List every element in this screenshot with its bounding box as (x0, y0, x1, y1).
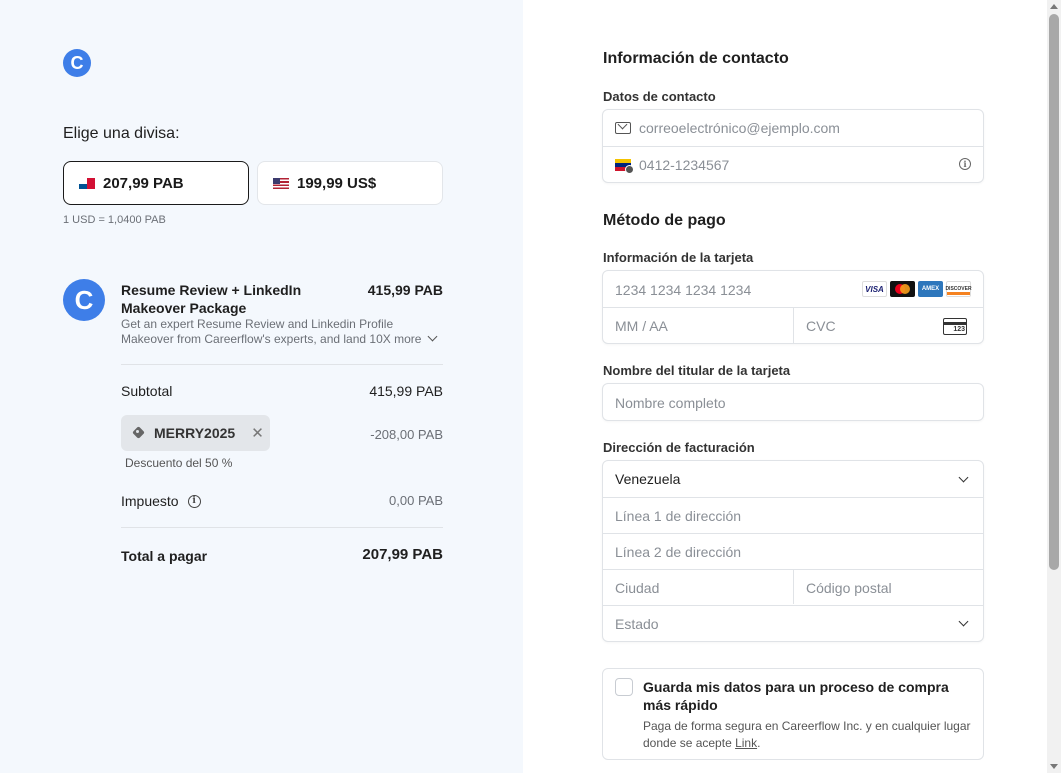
mail-icon (615, 122, 631, 134)
phone-input[interactable]: 0412-1234567 (615, 147, 729, 183)
currency-option-usd[interactable]: 199,99 US$ (257, 161, 443, 205)
state-select[interactable]: Estado (615, 606, 659, 642)
link-anchor[interactable]: Link (735, 736, 757, 750)
product-price: 415,99 PAB (367, 282, 443, 298)
country-value: Venezuela (615, 471, 681, 487)
visa-icon: VISA (862, 281, 887, 297)
expand-description-chevron-icon[interactable] (427, 331, 438, 342)
state-placeholder: Estado (615, 616, 659, 632)
city-input[interactable]: Ciudad (615, 570, 659, 606)
tag-icon (133, 427, 145, 439)
order-summary-panel: C Elige una divisa: 207,99 PAB 199,99 US… (0, 0, 523, 773)
careerflow-logo-icon[interactable]: C (63, 49, 91, 77)
address-line1-placeholder: Línea 1 de dirección (615, 508, 742, 524)
card-box: 1234 1234 1234 1234 VISA AMEX DISCOVER M… (602, 270, 984, 344)
us-flag-icon (273, 177, 289, 189)
tax-value: 0,00 PAB (389, 493, 443, 508)
divider (121, 364, 443, 365)
phone-placeholder: 0412-1234567 (639, 157, 730, 173)
divider (603, 605, 983, 606)
currency-option-pab[interactable]: 207,99 PAB (63, 161, 249, 205)
total-value: 207,99 PAB (362, 546, 443, 563)
discover-icon: DISCOVER (945, 281, 972, 297)
expiry-input[interactable]: MM / AA (615, 308, 668, 344)
currency-pab-label: 207,99 PAB (103, 174, 184, 192)
phone-info-icon[interactable]: i (959, 158, 971, 170)
subtotal-value: 415,99 PAB (369, 383, 443, 399)
promo-code-chip: MERRY2025 ✕ (121, 415, 270, 451)
cvc-input[interactable]: CVC (806, 308, 836, 344)
divider (793, 308, 794, 343)
country-chevron-down-icon[interactable] (958, 472, 969, 483)
postal-code-placeholder: Código postal (806, 580, 892, 596)
save-info-title: Guarda mis datos para un proceso de comp… (643, 679, 949, 713)
cardholder-input[interactable]: Nombre completo (602, 383, 984, 421)
billing-label: Dirección de facturación (603, 440, 755, 455)
tax-info-icon[interactable]: i (187, 494, 201, 508)
save-info-description: Paga de forma segura en Careerflow Inc. … (643, 718, 973, 752)
product-description: Get an expert Resume Review and Linkedin… (121, 317, 422, 346)
venezuela-flag-icon[interactable] (615, 159, 634, 174)
email-placeholder: correoelectrónico@ejemplo.com (639, 120, 840, 136)
contact-box: correoelectrónico@ejemplo.com 0412-12345… (602, 109, 984, 183)
promo-code: MERRY2025 (154, 425, 236, 441)
total-label: Total a pagar (121, 548, 208, 564)
card-number-placeholder: 1234 1234 1234 1234 (615, 281, 752, 298)
tax-row: Impuesto i (121, 493, 201, 509)
save-info-desc-end: . (757, 736, 761, 750)
save-info-checkbox[interactable] (615, 678, 633, 696)
cardholder-placeholder: Nombre completo (615, 394, 726, 411)
payment-title: Método de pago (603, 212, 726, 229)
currency-title: Elige una divisa: (63, 125, 180, 142)
product-logo-icon: C (63, 279, 105, 321)
divider (793, 570, 794, 604)
cvc-placeholder: CVC (806, 318, 836, 334)
postal-code-input[interactable]: Código postal (806, 570, 892, 606)
cardholder-label: Nombre del titular de la tarjeta (603, 363, 791, 378)
mastercard-icon (890, 281, 915, 297)
billing-box: Venezuela Línea 1 de dirección Línea 2 d… (602, 460, 984, 642)
card-info-label: Información de la tarjeta (603, 250, 754, 265)
page-scrollbar[interactable] (1047, 0, 1061, 773)
divider (121, 527, 443, 528)
country-select[interactable]: Venezuela (615, 461, 680, 497)
contact-label: Datos de contacto (603, 89, 716, 104)
product-name: Resume Review + LinkedIn Makeover Packag… (121, 282, 302, 316)
state-chevron-down-icon[interactable] (958, 616, 969, 627)
discount-note: Descuento del 50 % (125, 456, 233, 470)
scroll-up-arrow-icon[interactable] (1050, 4, 1058, 9)
panama-flag-icon (79, 177, 95, 189)
address-line2-input[interactable]: Línea 2 de dirección (615, 534, 741, 570)
scroll-down-arrow-icon[interactable] (1050, 764, 1058, 769)
save-info-desc-text: Paga de forma segura en Careerflow Inc. … (643, 719, 971, 750)
address-line2-placeholder: Línea 2 de dirección (615, 544, 742, 560)
amex-icon: AMEX (918, 281, 943, 297)
tax-label: Impuesto (121, 493, 179, 509)
exchange-rate: 1 USD = 1,0400 PAB (63, 214, 166, 226)
subtotal-label: Subtotal (121, 383, 173, 399)
expiry-placeholder: MM / AA (615, 318, 668, 334)
cvc-card-icon: 123 (943, 318, 967, 335)
currency-usd-label: 199,99 US$ (297, 174, 377, 192)
save-info-box: Guarda mis datos para un proceso de comp… (602, 668, 984, 760)
address-line1-input[interactable]: Línea 1 de dirección (615, 498, 741, 534)
contact-title: Información de contacto (603, 50, 789, 67)
discount-value: -208,00 PAB (370, 427, 443, 442)
card-number-input[interactable]: 1234 1234 1234 1234 (615, 271, 751, 308)
city-placeholder: Ciudad (615, 580, 660, 596)
remove-promo-close-icon[interactable]: ✕ (251, 424, 264, 442)
card-brands: VISA AMEX DISCOVER (862, 281, 972, 297)
scrollbar-thumb[interactable] (1049, 14, 1059, 570)
email-input[interactable]: correoelectrónico@ejemplo.com (615, 110, 840, 146)
